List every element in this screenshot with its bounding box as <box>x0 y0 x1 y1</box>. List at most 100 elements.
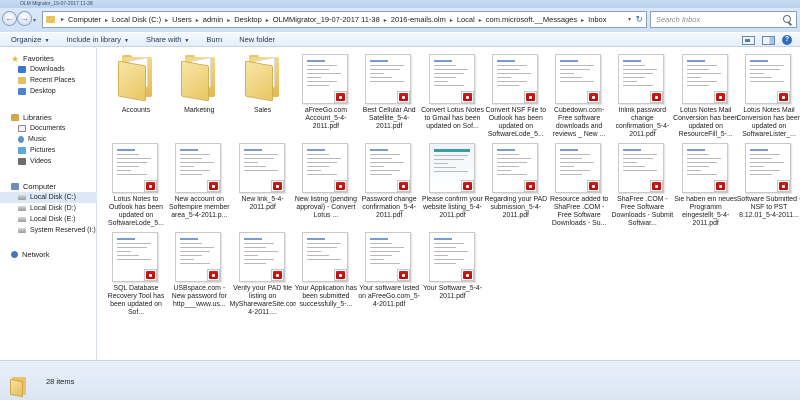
share-with-button[interactable]: Share with ▼ <box>146 35 189 44</box>
chevron-right-icon[interactable]: ▸ <box>450 18 453 24</box>
nav-documents[interactable]: Documents <box>0 123 97 134</box>
nav-local-disk-e[interactable]: Local Disk (E:) <box>0 214 97 225</box>
desktop-icon <box>18 88 26 95</box>
file-item[interactable]: Your Software_5-4-2011.pdf <box>422 229 484 317</box>
breadcrumb-item[interactable]: Users <box>172 15 192 24</box>
file-item[interactable]: Regarding your PAD submission_5-4-2011.p… <box>484 140 547 228</box>
command-toolbar: Organize ▼ Include in library ▼ Share with… <box>0 32 800 47</box>
file-item[interactable]: Lotus Notes to Outlook has been updated … <box>105 140 167 228</box>
new-folder-button[interactable]: New folder <box>239 35 275 44</box>
file-item[interactable]: Sie haben ein neues Programm eingestellt… <box>674 140 738 228</box>
nav-libraries[interactable]: Libraries <box>0 112 97 123</box>
file-item[interactable]: Cubedown.com- Free software downloads an… <box>548 51 610 139</box>
file-name: New account on Softempire member area_5-… <box>169 196 230 220</box>
file-item[interactable]: SQL Database Recovery Tool has been upda… <box>105 229 167 317</box>
back-button[interactable]: ← <box>2 11 17 26</box>
breadcrumb-item[interactable]: com.microsoft.__Messages <box>486 15 577 24</box>
network-section: Network <box>0 249 97 260</box>
file-item[interactable]: New listing (pending approval) - Convert… <box>295 140 357 228</box>
pdf-icon <box>333 180 347 192</box>
disk-icon <box>18 228 26 233</box>
file-item[interactable]: aFreeGo.com Account_5-4-2011.pdf <box>295 51 357 139</box>
file-item[interactable]: Inlink password change confirmation_5-4-… <box>611 51 673 139</box>
help-icon[interactable]: ? <box>782 35 792 45</box>
file-item[interactable]: Convert NSF File to Outlook has been upd… <box>485 51 547 139</box>
chevron-right-icon[interactable]: ▸ <box>384 18 387 24</box>
file-name: Accounts <box>121 107 151 114</box>
chevron-right-icon[interactable]: ▸ <box>266 18 269 24</box>
preview-pane-icon[interactable] <box>762 35 775 45</box>
documents-icon <box>18 125 26 132</box>
file-item[interactable]: ShaFree .COM - Free Software Downloads -… <box>611 140 673 228</box>
pdf-thumbnail <box>301 54 348 104</box>
nav-favorites[interactable]: ★ Favorites <box>0 53 97 64</box>
folder-item[interactable]: Sales <box>232 51 294 139</box>
chevron-right-icon[interactable]: ▸ <box>581 18 584 24</box>
chevron-right-icon[interactable]: ▸ <box>227 18 230 24</box>
burn-button[interactable]: Burn <box>206 35 222 44</box>
organize-button[interactable]: Organize ▼ <box>11 35 49 44</box>
nav-videos[interactable]: Videos <box>0 156 97 167</box>
chevron-right-icon[interactable]: ▸ <box>196 18 199 24</box>
file-item[interactable]: Lotus Notes Mail Conversion has been upd… <box>736 51 800 139</box>
file-name: Cubedown.com- Free software downloads an… <box>552 107 606 139</box>
recent-pages-chevron-icon[interactable]: ▾ <box>33 17 36 24</box>
downloads-icon <box>18 66 26 73</box>
file-item[interactable]: Verify your PAD file listing on MySharew… <box>230 229 296 317</box>
nav-network[interactable]: Network <box>0 249 97 260</box>
chevron-right-icon[interactable]: ▸ <box>105 18 108 24</box>
nav-pictures[interactable]: Pictures <box>0 145 97 156</box>
nav-recent-places[interactable]: Recent Places <box>0 75 97 86</box>
include-in-library-button[interactable]: Include in library ▼ <box>66 35 129 44</box>
network-icon <box>11 251 18 258</box>
breadcrumb-item[interactable]: admin <box>203 15 223 24</box>
file-item[interactable]: Password change confirmation_5-4-2011.pd… <box>358 140 420 228</box>
file-name: Sie haben ein neues Programm eingestellt… <box>674 196 738 228</box>
forward-button[interactable]: → <box>17 11 32 26</box>
nav-music[interactable]: Music <box>0 134 97 145</box>
breadcrumb-item[interactable]: Desktop <box>234 15 262 24</box>
file-item[interactable]: Your Application has been submitted succ… <box>295 229 357 317</box>
pdf-icon <box>650 91 664 103</box>
file-item[interactable]: Please confirm your website listing_5-4-… <box>422 140 484 228</box>
file-item[interactable]: Your software listed on aFreeGo.com_5-4-… <box>358 229 420 317</box>
file-name: New link_5-4-2011.pdf <box>241 196 284 212</box>
address-history-chevron-icon[interactable]: ▾ <box>628 16 631 23</box>
search-icon[interactable] <box>783 15 791 23</box>
chevron-right-icon[interactable]: ▸ <box>165 18 168 24</box>
breadcrumb-item[interactable]: Local <box>457 15 475 24</box>
nav-local-disk-c[interactable]: Local Disk (C:) <box>0 192 97 203</box>
file-item[interactable]: Convert Lotus Notes to Gmail has been up… <box>421 51 484 139</box>
pdf-icon <box>523 180 537 192</box>
address-bar[interactable]: ▸ Computer ▸ Local Disk (C:) ▸ Users ▸ admin ▸ D… <box>42 11 647 28</box>
file-item[interactable]: Resource added to ShaFree .COM - Free So… <box>548 140 610 228</box>
change-view-icon[interactable] <box>742 35 755 45</box>
breadcrumb-item[interactable]: OLMMigrator_19-07-2017 11-38 <box>273 15 380 24</box>
breadcrumb-item[interactable]: Inbox <box>588 15 606 24</box>
folder-item[interactable]: Marketing <box>168 51 230 139</box>
pdf-icon <box>144 269 157 281</box>
file-item[interactable]: Lotus Notes Mail Conversion has been upd… <box>673 51 738 139</box>
pdf-icon <box>207 269 221 281</box>
folder-item[interactable]: Accounts <box>105 51 167 139</box>
pdf-thumbnail <box>745 143 791 193</box>
breadcrumb-item[interactable]: Computer <box>68 15 101 24</box>
nav-local-disk-d[interactable]: Local Disk (D:) <box>0 203 97 214</box>
chevron-right-icon[interactable]: ▸ <box>61 16 64 23</box>
file-item[interactable]: USBspace.com - New password for http___w… <box>168 229 230 317</box>
pdf-icon <box>587 180 601 192</box>
nav-system-reserved[interactable]: System Reserved (I:) <box>0 225 97 236</box>
file-item[interactable]: New account on Softempire member area_5-… <box>168 140 230 228</box>
file-item[interactable]: New link_5-4-2011.pdf <box>232 140 294 228</box>
refresh-icon[interactable]: ↻ <box>635 14 643 25</box>
nav-downloads[interactable]: Downloads <box>0 64 97 75</box>
file-item[interactable]: Software Submitted - NSF to PST 8.12.01_… <box>737 140 800 228</box>
breadcrumb-item[interactable]: 2016-emails.olm <box>391 15 446 24</box>
nav-computer[interactable]: Computer <box>0 181 97 192</box>
file-item[interactable]: Best Cellular And Satellite_5-4-2011.pdf <box>358 51 420 139</box>
search-input[interactable]: Search Inbox <box>650 11 797 28</box>
nav-desktop[interactable]: Desktop <box>0 86 97 97</box>
file-name: Marketing <box>184 107 215 114</box>
breadcrumb-item[interactable]: Local Disk (C:) <box>112 15 161 24</box>
chevron-right-icon[interactable]: ▸ <box>479 18 482 24</box>
